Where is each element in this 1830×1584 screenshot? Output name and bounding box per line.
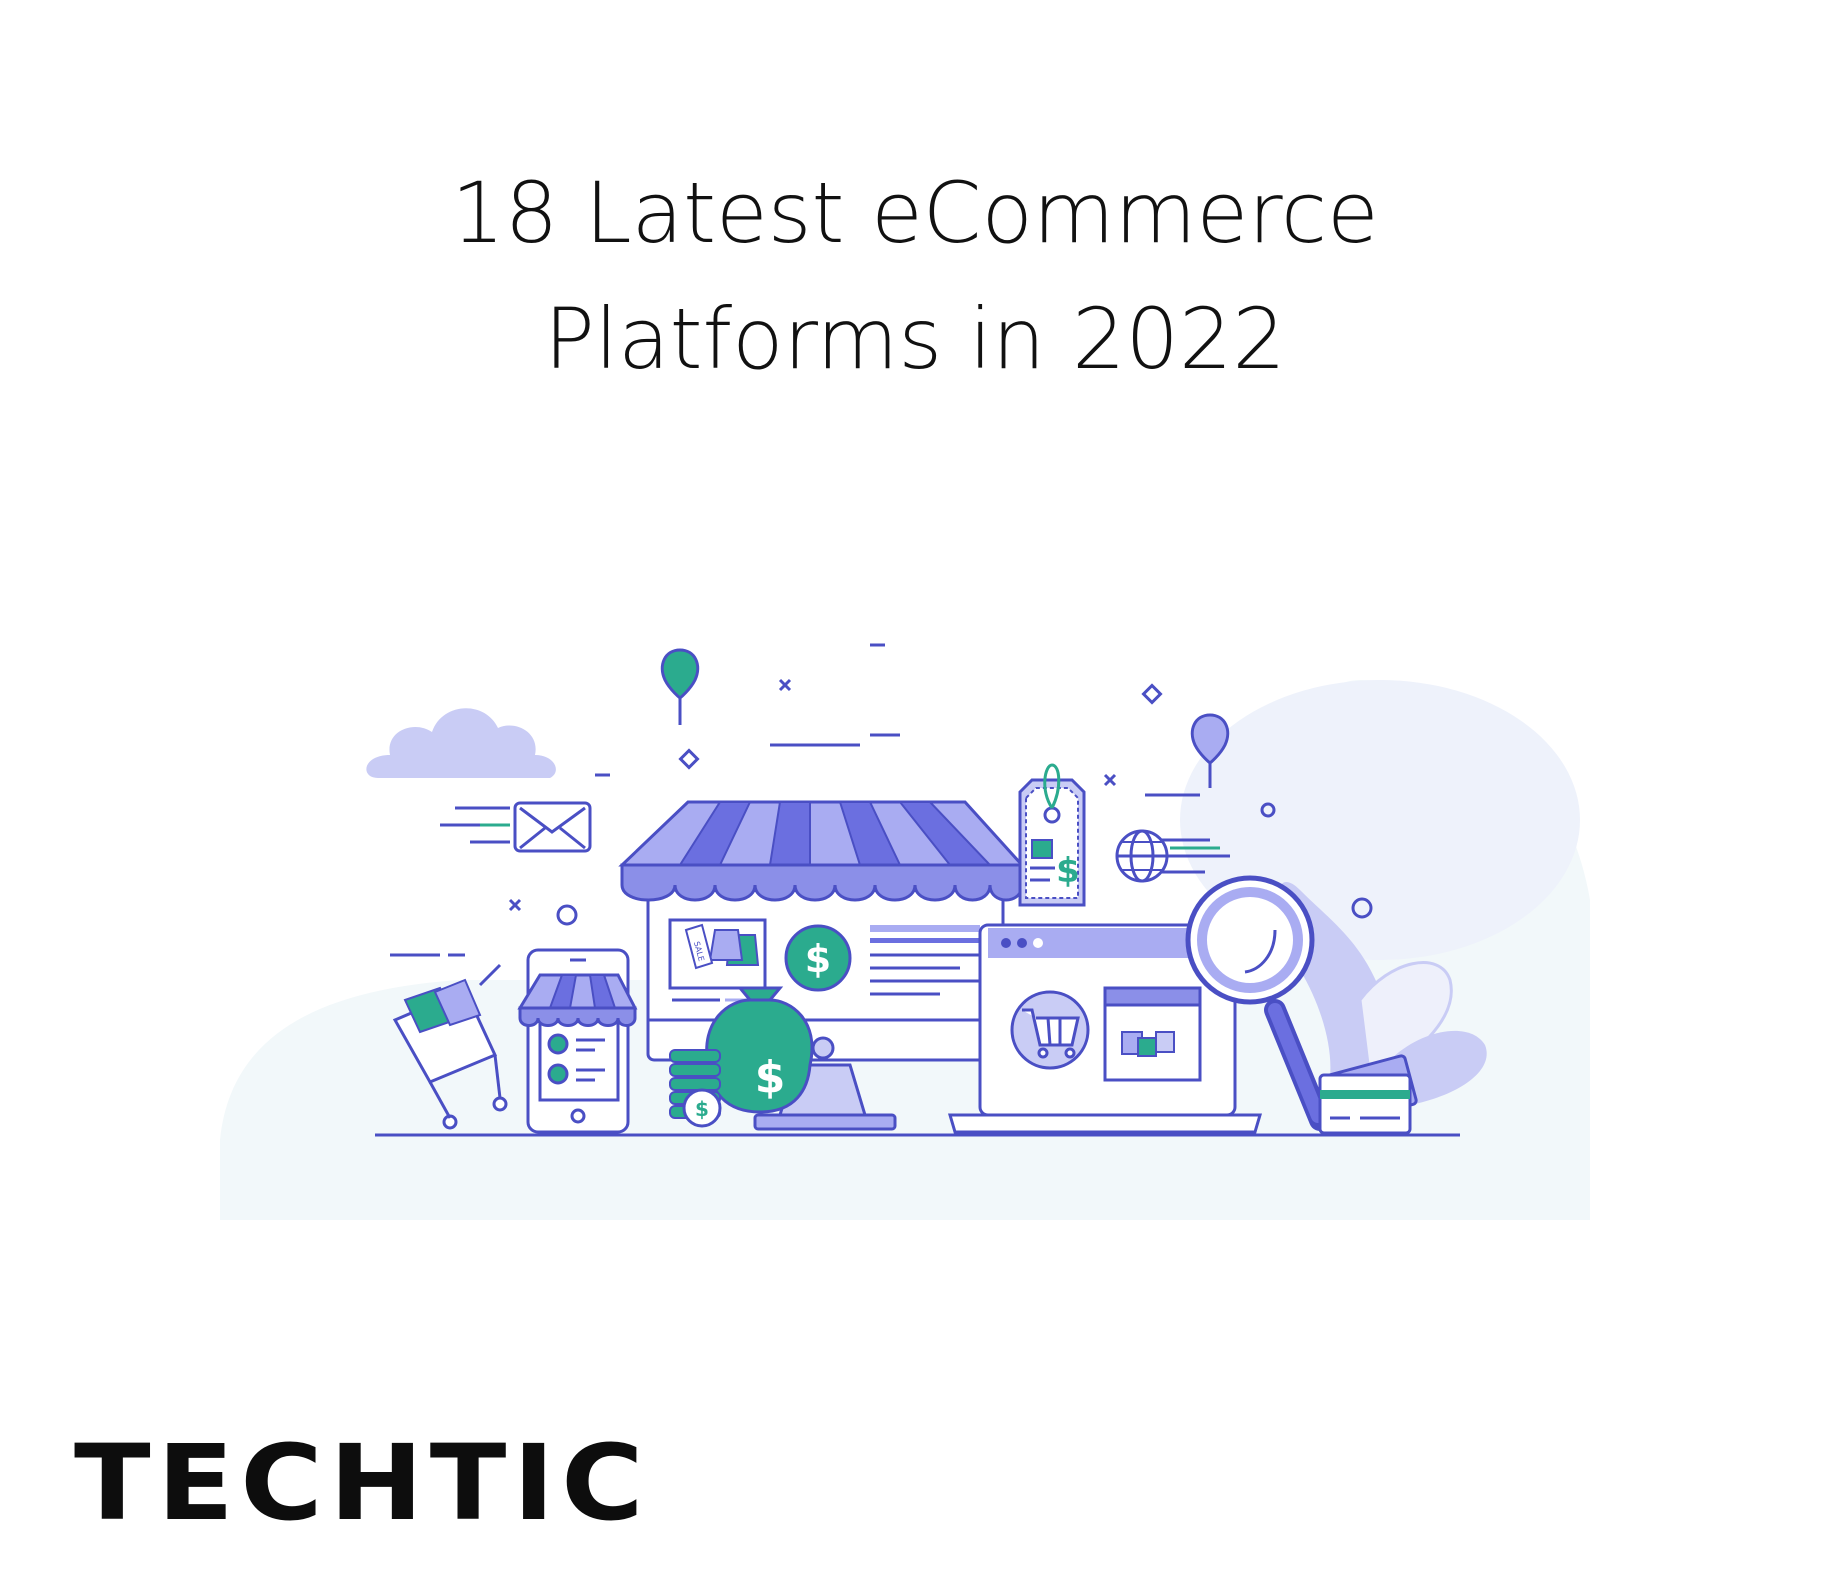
svg-text:$: $: [695, 1097, 709, 1121]
balloon-teal-icon: [660, 648, 700, 725]
techtic-logo: TECHTIC: [74, 1422, 650, 1544]
page-title: 18 Latest eCommerce Platforms in 2022: [0, 150, 1830, 402]
svg-text:$: $: [755, 1052, 786, 1103]
title-line-1: 18 Latest eCommerce: [451, 164, 1379, 262]
title-line-2: Platforms in 2022: [544, 290, 1286, 388]
coin-stack-icon: $: [669, 1049, 722, 1128]
ecommerce-illustration: SALE $ $ $ $: [220, 643, 1590, 1220]
svg-text:$: $: [805, 937, 831, 981]
svg-text:$: $: [1056, 851, 1080, 891]
email-icon: [440, 801, 592, 853]
cloud-icon: [366, 708, 556, 778]
phone-store: [517, 948, 638, 1134]
price-tag-icon: $: [1018, 763, 1086, 907]
